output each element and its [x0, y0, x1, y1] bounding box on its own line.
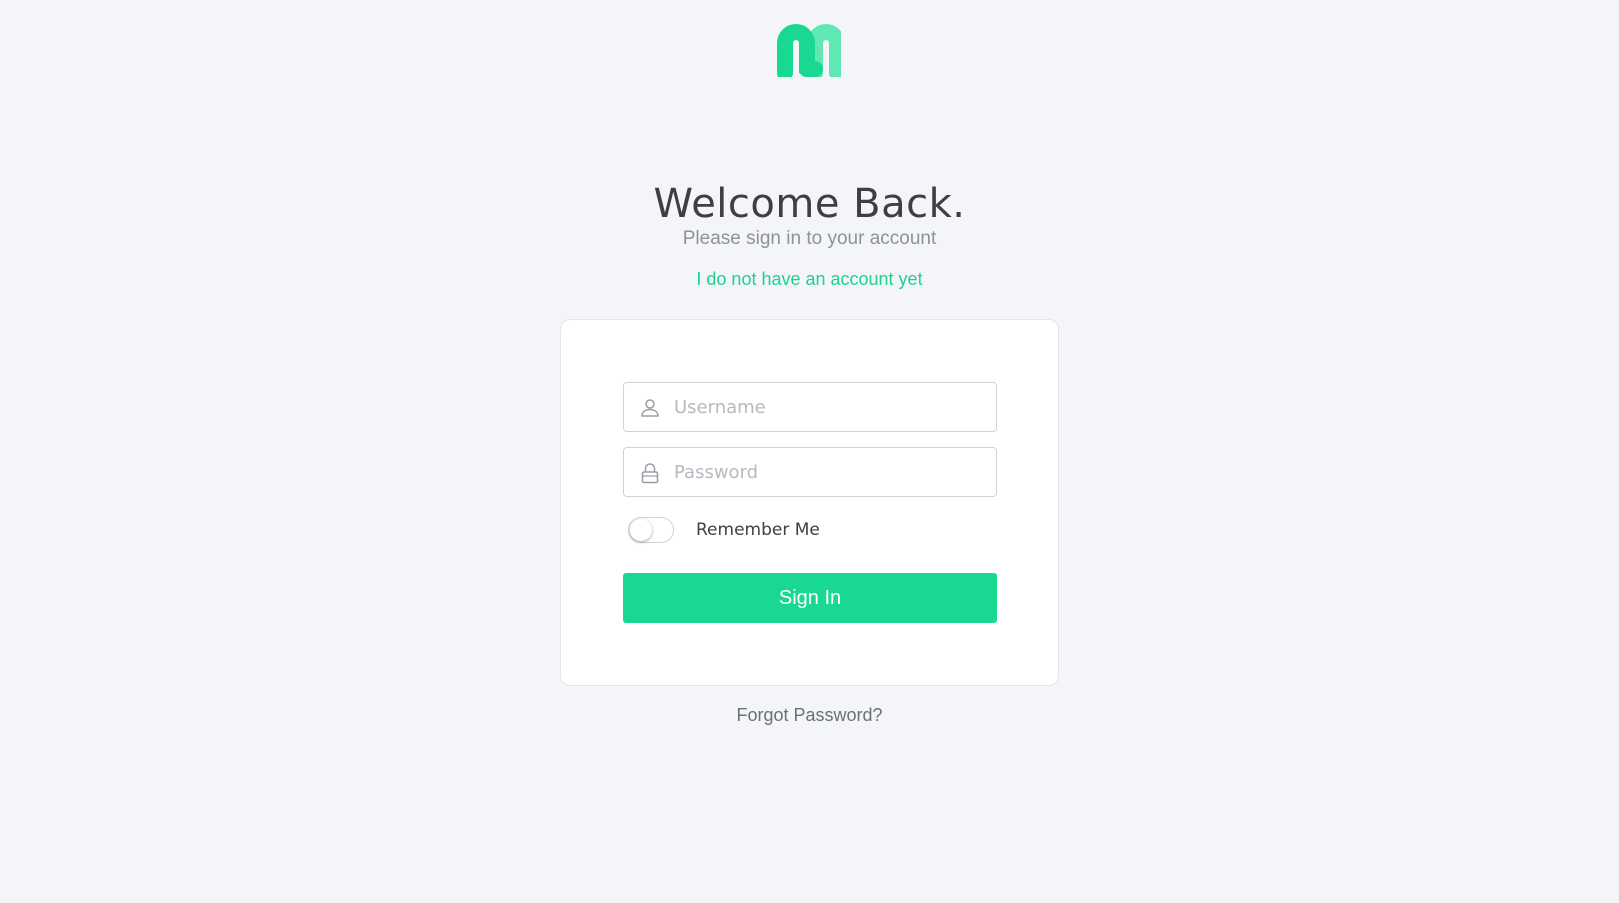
page-subtitle: Please sign in to your account — [682, 228, 937, 249]
page-title: Welcome Back. — [653, 181, 966, 227]
register-link[interactable]: I do not have an account yet — [0, 266, 1619, 292]
password-input[interactable] — [674, 448, 984, 496]
login-card: Remember Me Sign In — [560, 319, 1059, 686]
remember-me-toggle[interactable] — [628, 517, 674, 543]
lock-icon — [641, 463, 659, 484]
password-field[interactable] — [623, 447, 997, 497]
m-logo-icon — [777, 24, 841, 77]
sign-in-button[interactable]: Sign In — [623, 573, 997, 623]
username-input[interactable] — [674, 383, 984, 431]
remember-me-label[interactable]: Remember Me — [696, 518, 820, 542]
toggle-knob — [630, 519, 652, 541]
user-icon — [641, 399, 659, 417]
username-field[interactable] — [623, 382, 997, 432]
forgot-password-link[interactable]: Forgot Password? — [0, 702, 1619, 728]
